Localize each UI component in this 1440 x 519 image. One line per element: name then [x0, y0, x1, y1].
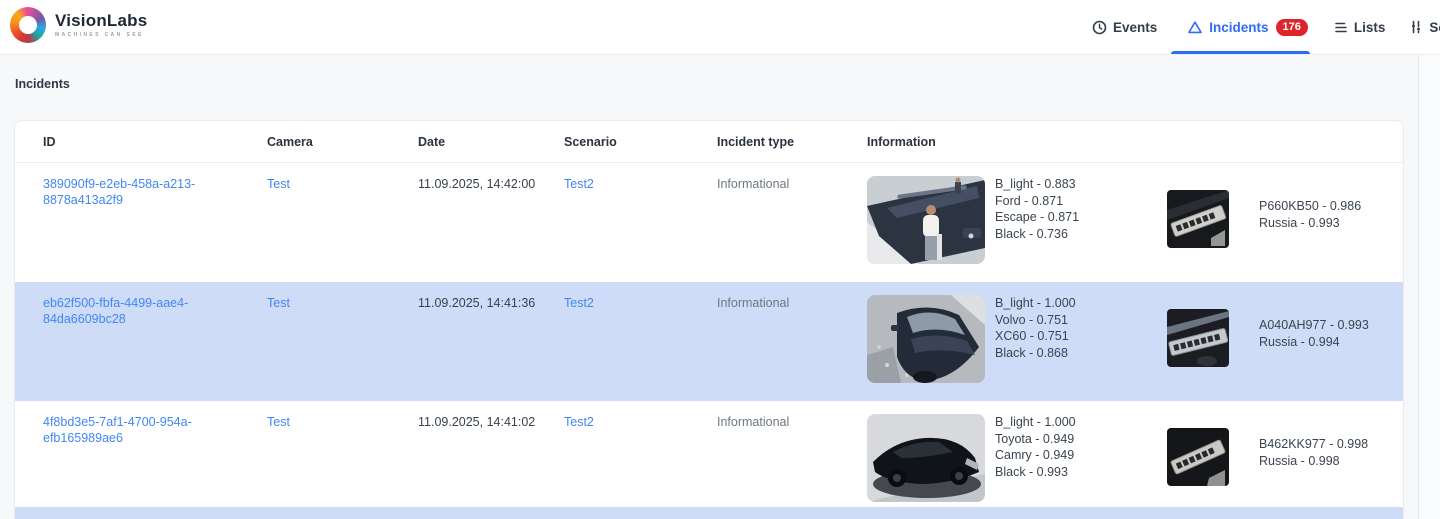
main-nav: Events Incidents 176 Lists Scenarios — [1092, 0, 1440, 54]
plate-thumbnail[interactable] — [1167, 428, 1229, 486]
nav-item-scenarios[interactable]: Scenarios — [1409, 0, 1440, 54]
nav-label-lists: Lists — [1353, 19, 1386, 35]
nav-label-scenarios: Scenarios — [1429, 19, 1440, 35]
column-header-camera: Camera — [267, 134, 313, 149]
incident-date: 11.09.2025, 14:42:00 — [418, 177, 536, 191]
incidents-table: ID Camera Date Scenario Incident type In… — [14, 120, 1404, 519]
top-bar: VisionLabs MACHINES CAN SEE Events Incid… — [0, 0, 1440, 55]
incident-row[interactable]: eb62f500-fbfa-4499-aae4- 84da6609bc28 Te… — [15, 282, 1403, 401]
plate-number-line: P660KB50 - 0.986 — [1259, 199, 1362, 213]
incident-type: Informational — [717, 177, 790, 191]
attribute-line: Ford - 0.871 — [995, 193, 1064, 208]
incident-id-link[interactable]: 389090f9-e2eb-458a-a213- 8878a413a2f9 — [43, 176, 253, 208]
incident-row[interactable]: 5abb45a6-aa71-4ad9-9a26- Test 11.09.2025… — [15, 507, 1403, 519]
column-header-incident-type: Incident type — [717, 134, 795, 149]
camera-link[interactable]: Test — [267, 295, 404, 311]
column-header-date: Date — [418, 134, 446, 149]
visionlabs-ring-icon — [10, 7, 46, 43]
attribute-line: B_light - 0.883 — [995, 177, 1076, 191]
clock-icon — [1092, 20, 1107, 35]
attribute-line: Volvo - 0.751 — [995, 312, 1068, 327]
brand-text: VisionLabs MACHINES CAN SEE — [55, 11, 148, 39]
visionlabs-logo[interactable]: VisionLabs MACHINES CAN SEE — [10, 7, 147, 43]
plate-recognition: A040AH977 - 0.993 Russia - 0.994 — [1259, 317, 1369, 350]
incident-id-link[interactable]: eb62f500-fbfa-4499-aae4- 84da6609bc28 — [43, 295, 253, 327]
nav-item-events[interactable]: Events — [1092, 0, 1157, 54]
plate-country-line: Russia - 0.993 — [1259, 215, 1340, 230]
app-viewport: VisionLabs MACHINES CAN SEE Events Incid… — [0, 0, 1440, 519]
attribute-line: Escape - 0.871 — [995, 210, 1080, 224]
vehicle-attributes: B_light - 0.883 Ford - 0.871 Escape - 0.… — [995, 176, 1167, 242]
nav-item-incidents[interactable]: Incidents 176 — [1171, 0, 1310, 54]
plate-country-line: Russia - 0.998 — [1259, 453, 1340, 468]
incident-id-link[interactable]: 4f8bd3e5-7af1-4700-954a- efb165989ae6 — [43, 414, 253, 446]
incident-date: 11.09.2025, 14:41:02 — [418, 415, 536, 429]
incident-row[interactable]: 389090f9-e2eb-458a-a213- 8878a413a2f9 Te… — [15, 163, 1403, 282]
scenario-link[interactable]: Test2 — [564, 414, 703, 430]
camera-link[interactable]: Test — [267, 414, 404, 430]
plate-country-line: Russia - 0.994 — [1259, 334, 1340, 349]
attribute-line: Black - 0.868 — [995, 345, 1068, 360]
plate-recognition: P660KB50 - 0.986 Russia - 0.993 — [1259, 198, 1361, 231]
scenario-link[interactable]: Test2 — [564, 295, 703, 311]
list-icon — [1334, 21, 1348, 34]
nav-label-incidents: Incidents — [1209, 19, 1269, 35]
plate-thumbnail[interactable] — [1167, 309, 1229, 367]
vehicle-attributes: B_light - 1.000 Toyota - 0.949 Camry - 0… — [995, 414, 1167, 480]
warning-triangle-icon — [1187, 20, 1203, 35]
plate-thumbnail[interactable] — [1167, 190, 1229, 248]
column-header-information: Information — [867, 134, 936, 149]
brand-tagline: MACHINES CAN SEE — [55, 32, 144, 38]
right-scroll-strip — [1419, 55, 1440, 519]
incident-date: 11.09.2025, 14:41:36 — [418, 296, 536, 310]
vehicle-thumbnail[interactable] — [867, 295, 985, 383]
page-title: Incidents — [15, 77, 70, 91]
vehicle-attributes: B_light - 1.000 Volvo - 0.751 XC60 - 0.7… — [995, 295, 1167, 361]
brand-name: VisionLabs — [55, 11, 148, 30]
vehicle-thumbnail[interactable] — [867, 176, 985, 264]
incidents-count-badge: 176 — [1275, 18, 1308, 36]
attribute-line: XC60 - 0.751 — [995, 329, 1069, 343]
plate-number-line: B462KK977 - 0.998 — [1259, 437, 1369, 451]
attribute-line: Camry - 0.949 — [995, 448, 1075, 462]
incident-type: Informational — [717, 296, 790, 310]
incident-row[interactable]: 4f8bd3e5-7af1-4700-954a- efb165989ae6 Te… — [15, 401, 1403, 507]
attribute-line: B_light - 1.000 — [995, 296, 1076, 310]
attribute-line: Toyota - 0.949 — [995, 431, 1075, 446]
incident-type: Informational — [717, 415, 790, 429]
nav-label-events: Events — [1113, 19, 1158, 35]
plate-recognition: B462KK977 - 0.998 Russia - 0.998 — [1259, 436, 1368, 469]
scenario-link[interactable]: Test2 — [564, 176, 703, 192]
attribute-line: Black - 0.993 — [995, 464, 1068, 479]
column-header-id: ID — [43, 134, 56, 149]
column-header-scenario: Scenario — [564, 134, 617, 149]
attribute-line: Black - 0.736 — [995, 226, 1068, 241]
sliders-icon — [1409, 20, 1423, 34]
camera-link[interactable]: Test — [267, 176, 404, 192]
vehicle-thumbnail[interactable] — [867, 414, 985, 502]
content-divider — [1418, 55, 1419, 519]
plate-number-line: A040AH977 - 0.993 — [1259, 318, 1369, 332]
nav-item-lists[interactable]: Lists — [1334, 0, 1386, 54]
table-header-row: ID Camera Date Scenario Incident type In… — [15, 121, 1403, 163]
attribute-line: B_light - 1.000 — [995, 415, 1076, 429]
